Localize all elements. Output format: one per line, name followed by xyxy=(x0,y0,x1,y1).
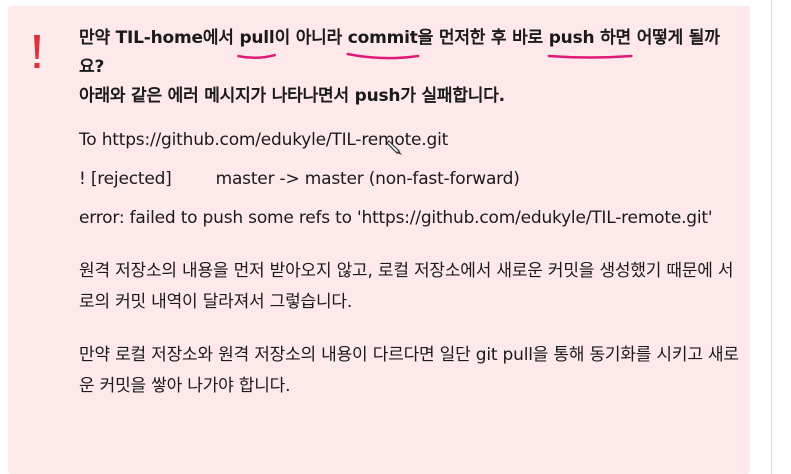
underline-mark xyxy=(547,54,633,59)
highlight-commit: commit xyxy=(346,24,420,60)
title-text: 이 아니라 xyxy=(274,28,348,48)
error-line: error: failed to push some refs to 'http… xyxy=(79,208,713,228)
title-text: 만약 TIL-home에서 xyxy=(79,28,240,48)
divider xyxy=(771,0,772,474)
rejected-line: ! [rejected] master -> master (non-fast-f… xyxy=(79,169,520,189)
pencil-cursor-icon xyxy=(386,140,402,155)
question-title: 만약 TIL-home에서 pull 이 아니라 commit 을 먼저한 후 바로… xyxy=(79,24,739,111)
underline-mark xyxy=(237,53,277,59)
highlight-pull: pull xyxy=(237,24,277,59)
title-text: 을 먼저한 후 바로 xyxy=(417,28,549,48)
solution-paragraph: 만약 로컬 저장소와 원격 저장소의 내용이 다르다면 일단 git pull을… xyxy=(79,345,739,396)
highlight-push: push 하면 xyxy=(547,24,633,59)
callout-content: 만약 TIL-home에서 pull 이 아니라 commit 을 먼저한 후 바로… xyxy=(79,24,739,402)
explanation-paragraph: 원격 저장소의 내용을 먼저 받아오지 않고, 로컬 저장소에서 새로운 커밋을… xyxy=(79,261,734,312)
underline-mark xyxy=(346,52,420,60)
git-remote-line: To https://github.com/edukyle/TIL-remote… xyxy=(79,130,449,150)
title-line-2: 아래와 같은 에러 메시지가 나타나면서 push가 실패합니다. xyxy=(79,86,505,106)
exclamation-icon xyxy=(34,35,40,68)
